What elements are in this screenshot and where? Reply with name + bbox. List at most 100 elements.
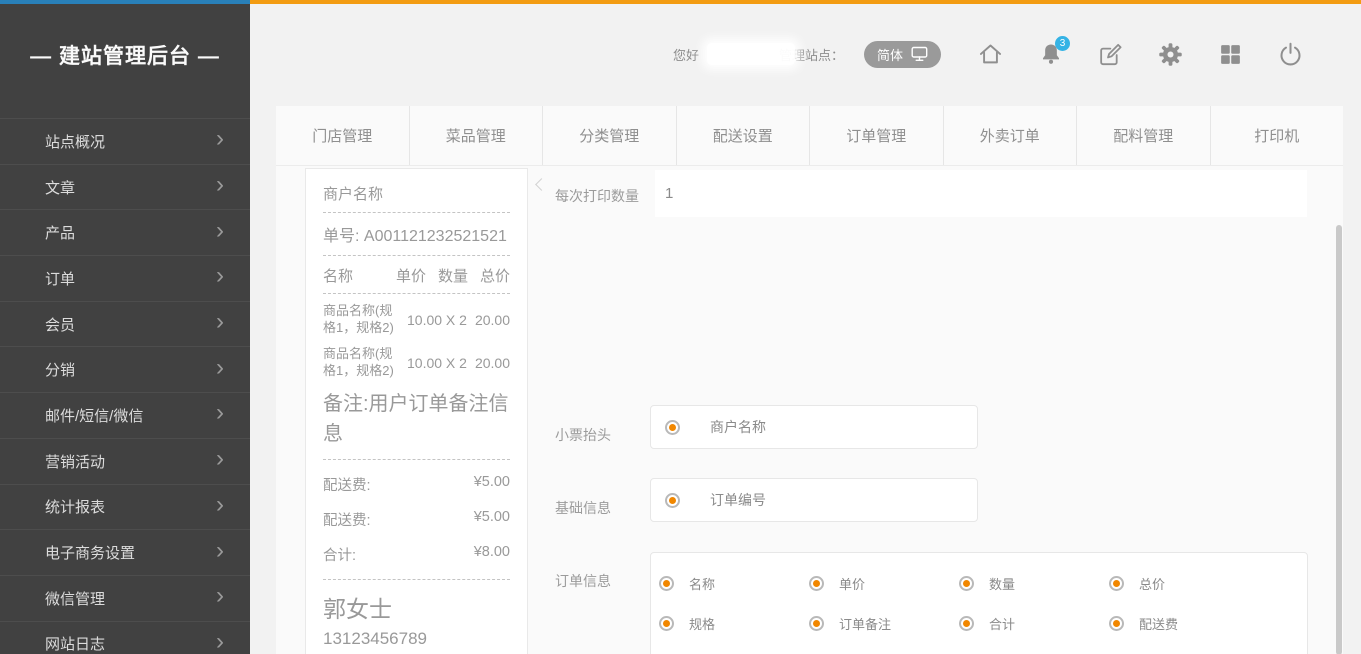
option-name[interactable]: 名称: [659, 563, 809, 603]
receipt-item: 商品名称(规格1，规格2) 10.00 X 2 20.00: [323, 303, 510, 337]
radio-selected-icon: [665, 493, 680, 508]
col-name: 名称: [323, 265, 384, 286]
sidebar-item-articles[interactable]: 文章›: [0, 164, 250, 210]
receipt-header-label: 小票抬头: [555, 425, 611, 445]
sidebar-item-label: 统计报表: [45, 496, 105, 517]
sidebar: — 建站管理后台 — 站点概况› 文章› 产品› 订单› 会员› 分销› 邮件/…: [0, 4, 250, 654]
sidebar-item-distribution[interactable]: 分销›: [0, 346, 250, 392]
basic-info-box: 订单编号: [650, 478, 978, 522]
home-icon[interactable]: [977, 41, 1004, 68]
sidebar-item-marketing[interactable]: 营销活动›: [0, 438, 250, 484]
sidebar-item-members[interactable]: 会员›: [0, 301, 250, 347]
chevron-right-icon: ›: [216, 584, 224, 608]
receipt-remark: 备注:用户订单备注信息: [323, 389, 510, 449]
header: 您好 管理站点： 简体 3: [276, 4, 1361, 104]
option-unit-price[interactable]: 单价: [809, 563, 959, 603]
sidebar-item-label: 邮件/短信/微信: [45, 405, 143, 426]
sidebar-item-label: 站点概况: [45, 131, 105, 152]
sidebar-item-orders[interactable]: 订单 ›: [0, 255, 250, 301]
tab-printer[interactable]: 打印机: [1211, 106, 1344, 165]
redacted-username: [707, 43, 795, 65]
callout-arrow-icon: [535, 178, 548, 191]
col-unit-price: 单价: [384, 265, 426, 286]
option-label: 商户名称: [710, 417, 766, 437]
option-order-no[interactable]: 订单编号: [665, 479, 766, 521]
receipt-order-no: 单号: A001121232521521: [323, 222, 510, 246]
divider: [323, 579, 510, 580]
divider: [323, 255, 510, 256]
divider: [323, 459, 510, 460]
option-spec[interactable]: 规格: [659, 603, 809, 643]
sidebar-item-site-logs[interactable]: 网站日志›: [0, 621, 250, 654]
edit-icon[interactable]: [1097, 41, 1124, 68]
option-packing-fee[interactable]: 包装费: [659, 643, 809, 654]
chevron-right-icon: ›: [216, 539, 224, 563]
receipt-merchant-name: 商户名称: [323, 183, 510, 204]
chevron-right-icon: ›: [216, 402, 224, 426]
tab-label: 菜品管理: [446, 125, 506, 146]
printer-settings-form: 每次打印数量 小票抬头 商户名称 基础信息 订单编号 订单信息 名称 单价: [545, 168, 1343, 654]
option-label: 单价: [839, 574, 865, 593]
tab-delivery[interactable]: 配送设置: [677, 106, 811, 165]
order-info-box: 名称 单价 数量 总价 规格 订单备注 合计 配送费 包装费: [650, 552, 1308, 654]
option-merchant-name[interactable]: 商户名称: [665, 406, 766, 448]
chevron-right-icon: ›: [216, 264, 224, 288]
grid-icon[interactable]: [1217, 41, 1244, 68]
language-label: 简体: [877, 45, 903, 64]
radio-selected-icon: [1109, 616, 1124, 631]
gear-icon[interactable]: [1157, 41, 1184, 68]
sidebar-title: — 建站管理后台 —: [0, 4, 250, 70]
tab-store[interactable]: 门店管理: [276, 106, 410, 165]
sidebar-item-reports[interactable]: 统计报表›: [0, 484, 250, 530]
sidebar-item-label: 微信管理: [45, 588, 105, 609]
sidebar-item-label: 文章: [45, 177, 75, 198]
option-order-remark[interactable]: 订单备注: [809, 603, 959, 643]
fee-value: ¥8.00: [474, 544, 510, 565]
sidebar-item-overview[interactable]: 站点概况 ›: [0, 118, 250, 164]
receipt-item: 商品名称(规格1，规格2) 10.00 X 2 20.00: [323, 346, 510, 380]
receipt-buyer-name: 郭女士: [323, 590, 510, 624]
chevron-right-icon: ›: [216, 127, 224, 151]
divider: [323, 212, 510, 213]
tab-dishes[interactable]: 菜品管理: [410, 106, 544, 165]
chevron-right-icon: ›: [216, 356, 224, 380]
monitor-icon: [911, 46, 928, 62]
option-delivery-fee[interactable]: 配送费: [1109, 603, 1259, 643]
bell-icon[interactable]: 3: [1037, 41, 1064, 68]
tab-orders[interactable]: 订单管理: [810, 106, 944, 165]
option-label: 规格: [689, 614, 715, 633]
sidebar-menu: 站点概况› 文章› 产品› 订单› 会员› 分销› 邮件/短信/微信› 营销活动…: [0, 118, 250, 654]
radio-selected-icon: [1109, 576, 1124, 591]
vertical-scrollbar[interactable]: [1336, 225, 1342, 654]
option-quantity[interactable]: 数量: [959, 563, 1109, 603]
divider: [323, 293, 510, 294]
language-pill-button[interactable]: 简体: [864, 41, 941, 68]
power-icon[interactable]: [1277, 41, 1304, 68]
tab-ingredients[interactable]: 配料管理: [1077, 106, 1211, 165]
print-count-label: 每次打印数量: [555, 186, 639, 206]
tab-category[interactable]: 分类管理: [543, 106, 677, 165]
receipt-fee-row: 配送费: ¥5.00: [323, 474, 510, 495]
item-total: 20.00: [475, 312, 510, 328]
tab-takeout[interactable]: 外卖订单: [944, 106, 1078, 165]
tab-bar: 门店管理 菜品管理 分类管理 配送设置 订单管理 外卖订单 配料管理 打印机: [276, 106, 1343, 166]
option-label: 配送费: [1139, 614, 1178, 633]
receipt-header-box: 商户名称: [650, 405, 978, 449]
print-count-input[interactable]: [655, 170, 1307, 217]
sidebar-item-label: 订单: [45, 268, 75, 289]
item-name: 商品名称(规格1，规格2): [323, 346, 405, 380]
fee-label: 配送费:: [323, 509, 371, 530]
option-total-price[interactable]: 总价: [1109, 563, 1259, 603]
tab-label: 打印机: [1254, 125, 1299, 146]
tab-label: 配送设置: [713, 125, 773, 146]
sidebar-item-products[interactable]: 产品›: [0, 209, 250, 255]
fee-value: ¥5.00: [474, 509, 510, 530]
sidebar-item-ecommerce-settings[interactable]: 电子商务设置›: [0, 529, 250, 575]
sidebar-item-wechat[interactable]: 微信管理 ›: [0, 575, 250, 621]
receipt-total-row: 合计: ¥8.00: [323, 544, 510, 565]
radio-selected-icon: [665, 420, 680, 435]
option-subtotal[interactable]: 合计: [959, 603, 1109, 643]
option-label: 订单编号: [710, 490, 766, 510]
sidebar-item-label: 产品: [45, 222, 75, 243]
sidebar-item-messaging[interactable]: 邮件/短信/微信 ›: [0, 392, 250, 438]
